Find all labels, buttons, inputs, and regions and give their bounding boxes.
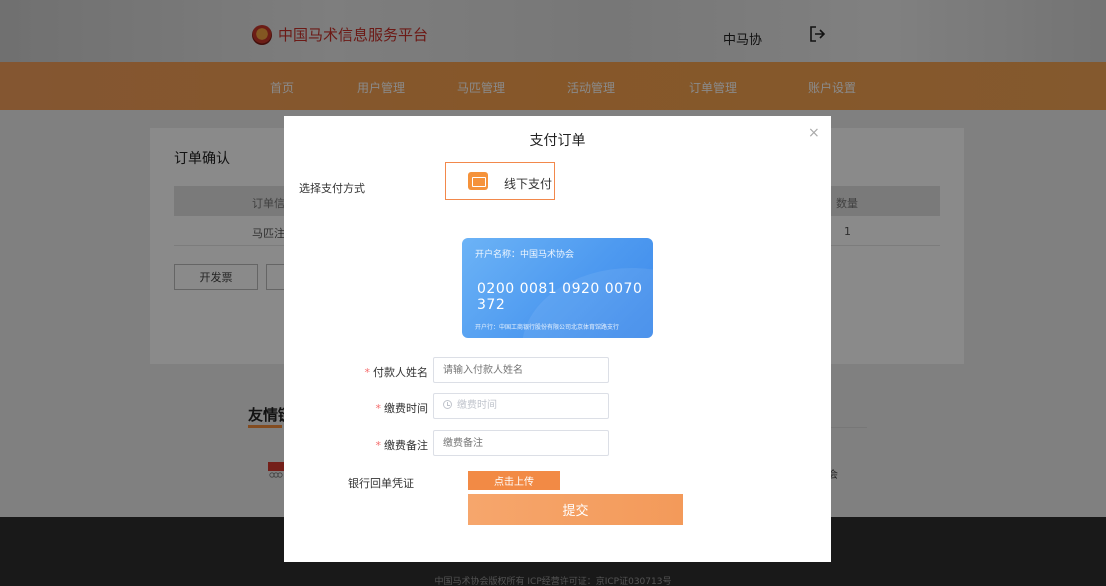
- offline-payment-option[interactable]: 线下支付: [445, 162, 555, 200]
- card-account-name: 开户名称：中国马术协会: [475, 250, 575, 260]
- receipt-label: 银行回单凭证: [348, 477, 414, 490]
- payment-modal: 支付订单 × 选择支付方式 线下支付 开户名称：中国马术协会 0200 0081…: [284, 116, 831, 562]
- pay-option-label: 线下支付: [504, 177, 553, 191]
- pay-note-label: * 缴费备注: [375, 439, 429, 452]
- wallet-icon: [468, 172, 488, 190]
- pay-method-label: 选择支付方式: [299, 182, 365, 195]
- card-bank-name: 开户行：中国工商银行股份有限公司北京体育馆路支行: [475, 324, 620, 331]
- clock-icon: [443, 400, 452, 409]
- pay-time-label-text: 缴费时间: [384, 402, 428, 415]
- pay-time-label: * 缴费时间: [375, 402, 429, 415]
- payer-name-label: * 付款人姓名: [364, 366, 429, 379]
- card-account-number: 0200 0081 0920 0070 372: [477, 281, 643, 313]
- submit-button[interactable]: 提交: [468, 494, 683, 525]
- upload-button[interactable]: 点击上传: [468, 471, 560, 490]
- pay-note-input[interactable]: [433, 430, 609, 456]
- modal-title: 支付订单: [529, 133, 586, 149]
- bank-account-card: 开户名称：中国马术协会 0200 0081 0920 0070 372 开户行：…: [462, 238, 653, 338]
- payer-name-input[interactable]: [433, 357, 609, 383]
- pay-time-picker[interactable]: 缴费时间: [433, 393, 609, 419]
- pay-time-placeholder: 缴费时间: [457, 400, 497, 411]
- close-icon[interactable]: ×: [808, 126, 820, 140]
- payer-name-label-text: 付款人姓名: [373, 366, 428, 379]
- pay-note-label-text: 缴费备注: [384, 439, 428, 452]
